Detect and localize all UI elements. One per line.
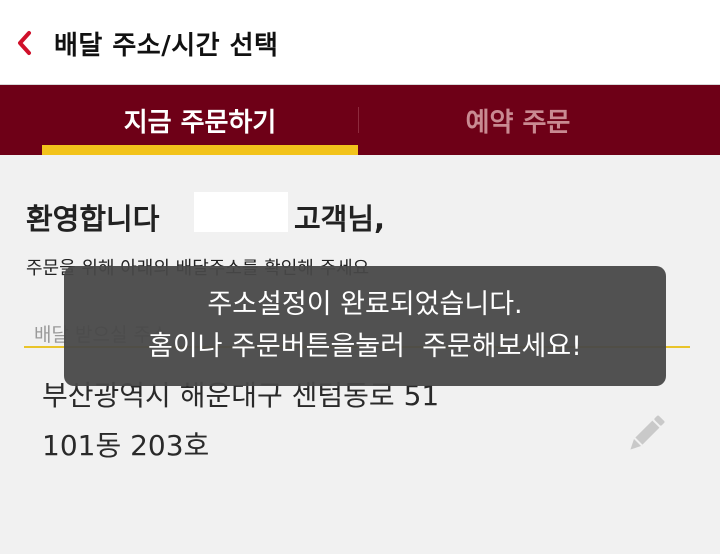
top-bar: 배달 주소/시간 선택: [0, 0, 720, 85]
toast-line-2: 홈이나 주문버튼을눌러 주문해보세요!: [147, 331, 582, 362]
pencil-icon[interactable]: [622, 410, 670, 458]
toast-line-1: 주소설정이 완료되었습니다.: [207, 289, 523, 320]
tab-reservation[interactable]: 예약 주문: [360, 85, 676, 155]
page-title: 배달 주소/시간 선택: [54, 31, 279, 61]
address-line-2: 101동 203호: [42, 429, 210, 462]
customer-name-redacted: [194, 192, 288, 232]
active-tab-indicator: [42, 145, 358, 155]
tab-divider: [358, 107, 359, 133]
toast-message: 주소설정이 완료되었습니다. 홈이나 주문버튼을눌러 주문해보세요!: [64, 266, 666, 386]
welcome-greeting: 환영합니다: [26, 202, 160, 236]
customer-suffix: 고객님,: [294, 202, 386, 236]
chevron-left-icon[interactable]: [14, 30, 36, 56]
order-type-tabs: 지금 주문하기 예약 주문: [0, 85, 720, 155]
